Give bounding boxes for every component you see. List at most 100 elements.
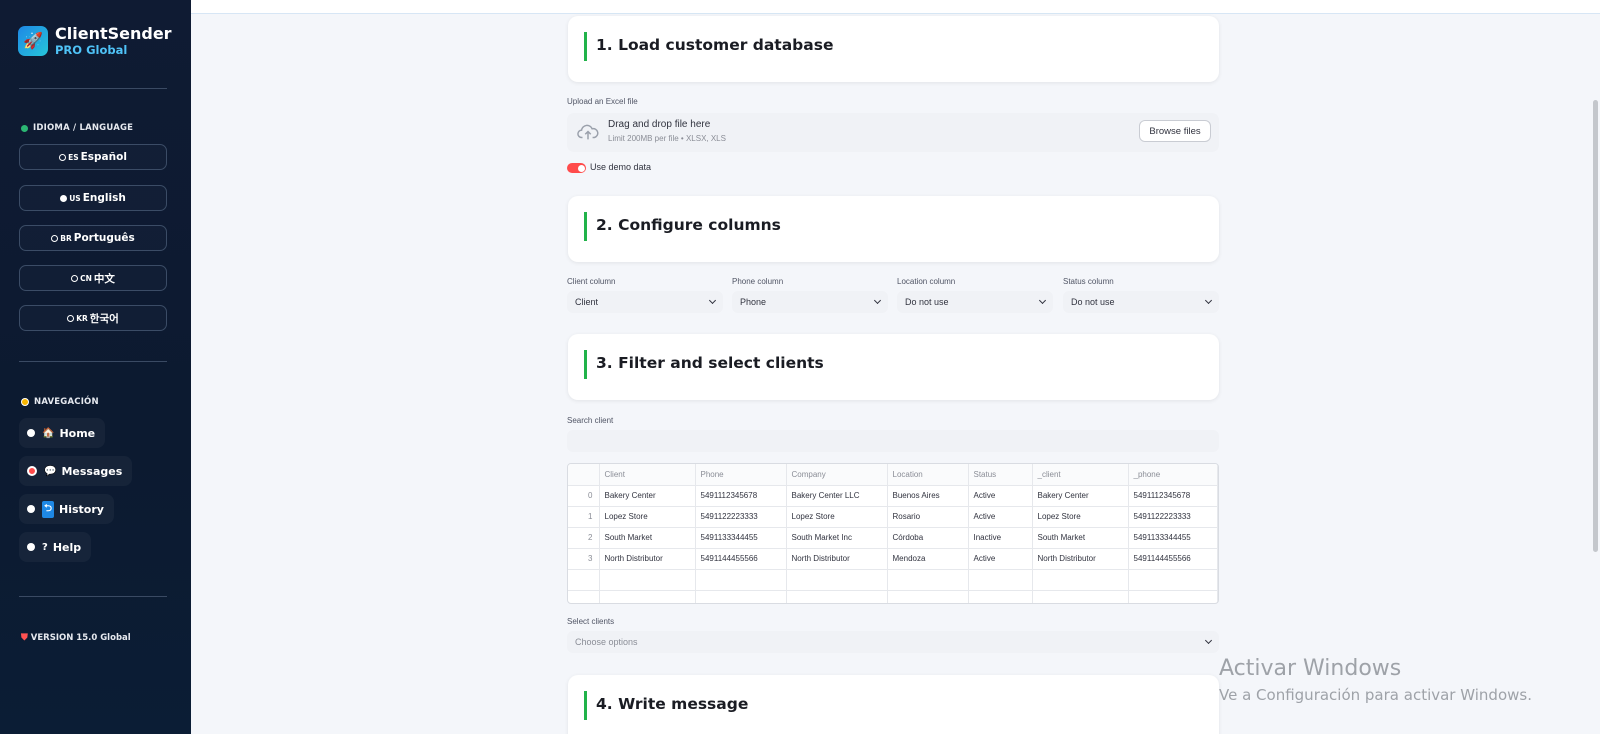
- windows-activation-text: Ve a Configuración para activar Windows.: [1219, 686, 1532, 704]
- phone-column-select[interactable]: Phone: [732, 291, 888, 313]
- table-header-row: Client Phone Company Location Status _cl…: [568, 464, 1218, 486]
- phone-column-label: Phone column: [732, 277, 784, 286]
- select-placeholder: Choose options: [575, 637, 638, 647]
- flag-es-icon: ES: [68, 152, 79, 162]
- table-cell: North Distributor: [786, 548, 888, 570]
- demo-data-label: Use demo data: [590, 162, 652, 172]
- column-header[interactable]: _client: [1032, 464, 1129, 486]
- table-cell: South Market Inc: [786, 527, 888, 549]
- column-header[interactable]: [568, 464, 600, 486]
- history-icon: ⮌: [42, 500, 55, 518]
- table-cell: Lopez Store: [1032, 506, 1129, 528]
- clients-table[interactable]: Client Phone Company Location Status _cl…: [567, 463, 1219, 604]
- section-title: 4. Write message: [596, 695, 749, 713]
- table-cell: North Distributor: [599, 548, 696, 570]
- radio-icon: [67, 314, 75, 322]
- column-header[interactable]: Status: [968, 464, 1033, 486]
- divider: [19, 596, 167, 597]
- table-cell: Córdoba: [887, 527, 969, 549]
- select-clients-multiselect[interactable]: Choose options: [567, 631, 1219, 653]
- scrollbar[interactable]: [1593, 100, 1598, 552]
- column-header[interactable]: Location: [887, 464, 969, 486]
- nav-item-messages[interactable]: 💬 Messages: [19, 456, 133, 486]
- section-filter-clients: 3. Filter and select clients: [568, 334, 1219, 400]
- nav-label: Home: [59, 426, 96, 440]
- table-row[interactable]: 1 Lopez Store 5491122223333 Lopez Store …: [568, 506, 1218, 528]
- nav-item-history[interactable]: ⮌ History: [19, 494, 114, 524]
- flag-kr-icon: KR: [76, 313, 88, 323]
- section-accent: [584, 350, 587, 379]
- location-column-select[interactable]: Do not use: [897, 291, 1053, 313]
- language-label: English: [82, 192, 126, 204]
- table-row[interactable]: 0 Bakery Center 5491112345678 Bakery Cen…: [568, 485, 1218, 507]
- table-cell: 5491112345678: [695, 485, 787, 507]
- nav-heading: NAVEGACIÓN: [21, 397, 99, 407]
- table-cell: 5491122223333: [1128, 506, 1218, 528]
- sidebar: 🚀 ClientSender PRO Global IDIOMA / LANGU…: [0, 0, 191, 734]
- table-cell: 5491112345678: [1128, 485, 1218, 507]
- radio-icon: [71, 274, 79, 282]
- language-button-kr[interactable]: KR 한국어: [19, 305, 167, 331]
- divider: [19, 88, 167, 89]
- status-column-select[interactable]: Do not use: [1063, 291, 1219, 313]
- language-button-cn[interactable]: CN 中文: [19, 265, 167, 291]
- nav-heading-label: NAVEGACIÓN: [34, 397, 99, 407]
- language-label: Español: [80, 151, 127, 163]
- version-label: ⛊ VERSION 15.0 Global: [21, 633, 131, 643]
- chevron-down-icon: [873, 296, 882, 305]
- chevron-down-icon: [708, 296, 717, 305]
- table-row[interactable]: 2 South Market 5491133344455 South Marke…: [568, 527, 1218, 549]
- language-button-br[interactable]: BR Português: [19, 225, 167, 251]
- client-column-select[interactable]: Client: [567, 291, 723, 313]
- flag-cn-icon: CN: [80, 273, 92, 283]
- top-bar: [191, 0, 1600, 14]
- upload-label: Upload an Excel file: [567, 97, 638, 106]
- drop-text: Drag and drop file here: [608, 119, 711, 130]
- table-cell: Rosario: [887, 506, 969, 528]
- section-configure-columns: 2. Configure columns: [568, 196, 1219, 262]
- brand-subtitle: PRO Global: [55, 43, 128, 57]
- table-cell: Bakery Center LLC: [786, 485, 888, 507]
- windows-activation-title: Activar Windows: [1219, 656, 1402, 681]
- language-button-us[interactable]: US English: [19, 185, 167, 211]
- select-value: Do not use: [905, 297, 949, 307]
- table-row-empty[interactable]: [568, 590, 1218, 603]
- table-cell: Active: [968, 548, 1033, 570]
- table-cell: South Market: [1032, 527, 1129, 549]
- language-label: 中文: [93, 272, 115, 285]
- table-cell: South Market: [599, 527, 696, 549]
- table-row-empty[interactable]: [568, 569, 1218, 591]
- radio-selected-icon: [60, 194, 68, 202]
- column-header[interactable]: Company: [786, 464, 888, 486]
- column-header[interactable]: Phone: [695, 464, 787, 486]
- table-cell: 1: [568, 506, 600, 528]
- radio-selected-icon: [27, 466, 37, 476]
- search-client-input[interactable]: [567, 430, 1219, 452]
- table-cell: 5491144455566: [1128, 548, 1218, 570]
- table-cell: 5491133344455: [1128, 527, 1218, 549]
- radio-icon: [51, 234, 59, 242]
- table-cell: 5491122223333: [695, 506, 787, 528]
- demo-data-toggle[interactable]: [567, 163, 586, 173]
- column-header[interactable]: Client: [599, 464, 696, 486]
- column-header[interactable]: _phone: [1128, 464, 1218, 486]
- nav-item-help[interactable]: ? Help: [19, 532, 92, 562]
- file-uploader[interactable]: Drag and drop file here Limit 200MB per …: [567, 113, 1219, 152]
- nav-label: Help: [52, 540, 82, 554]
- cloud-upload-icon: [577, 124, 599, 140]
- nav-item-home[interactable]: 🏠 Home: [19, 418, 106, 448]
- table-cell: 5491144455566: [695, 548, 787, 570]
- section-accent: [584, 212, 587, 241]
- location-column-label: Location column: [897, 277, 956, 286]
- section-write-message: 4. Write message: [568, 675, 1219, 734]
- language-button-es[interactable]: ES Español: [19, 144, 167, 170]
- chevron-down-icon: [1204, 636, 1213, 645]
- table-cell: Active: [968, 485, 1033, 507]
- table-row[interactable]: 3 North Distributor 5491144455566 North …: [568, 548, 1218, 570]
- table-cell: Mendoza: [887, 548, 969, 570]
- chevron-down-icon: [1038, 296, 1047, 305]
- browse-files-button[interactable]: Browse files: [1139, 120, 1211, 142]
- select-value: Do not use: [1071, 297, 1115, 307]
- table-cell: Bakery Center: [599, 485, 696, 507]
- select-value: Phone: [740, 297, 767, 307]
